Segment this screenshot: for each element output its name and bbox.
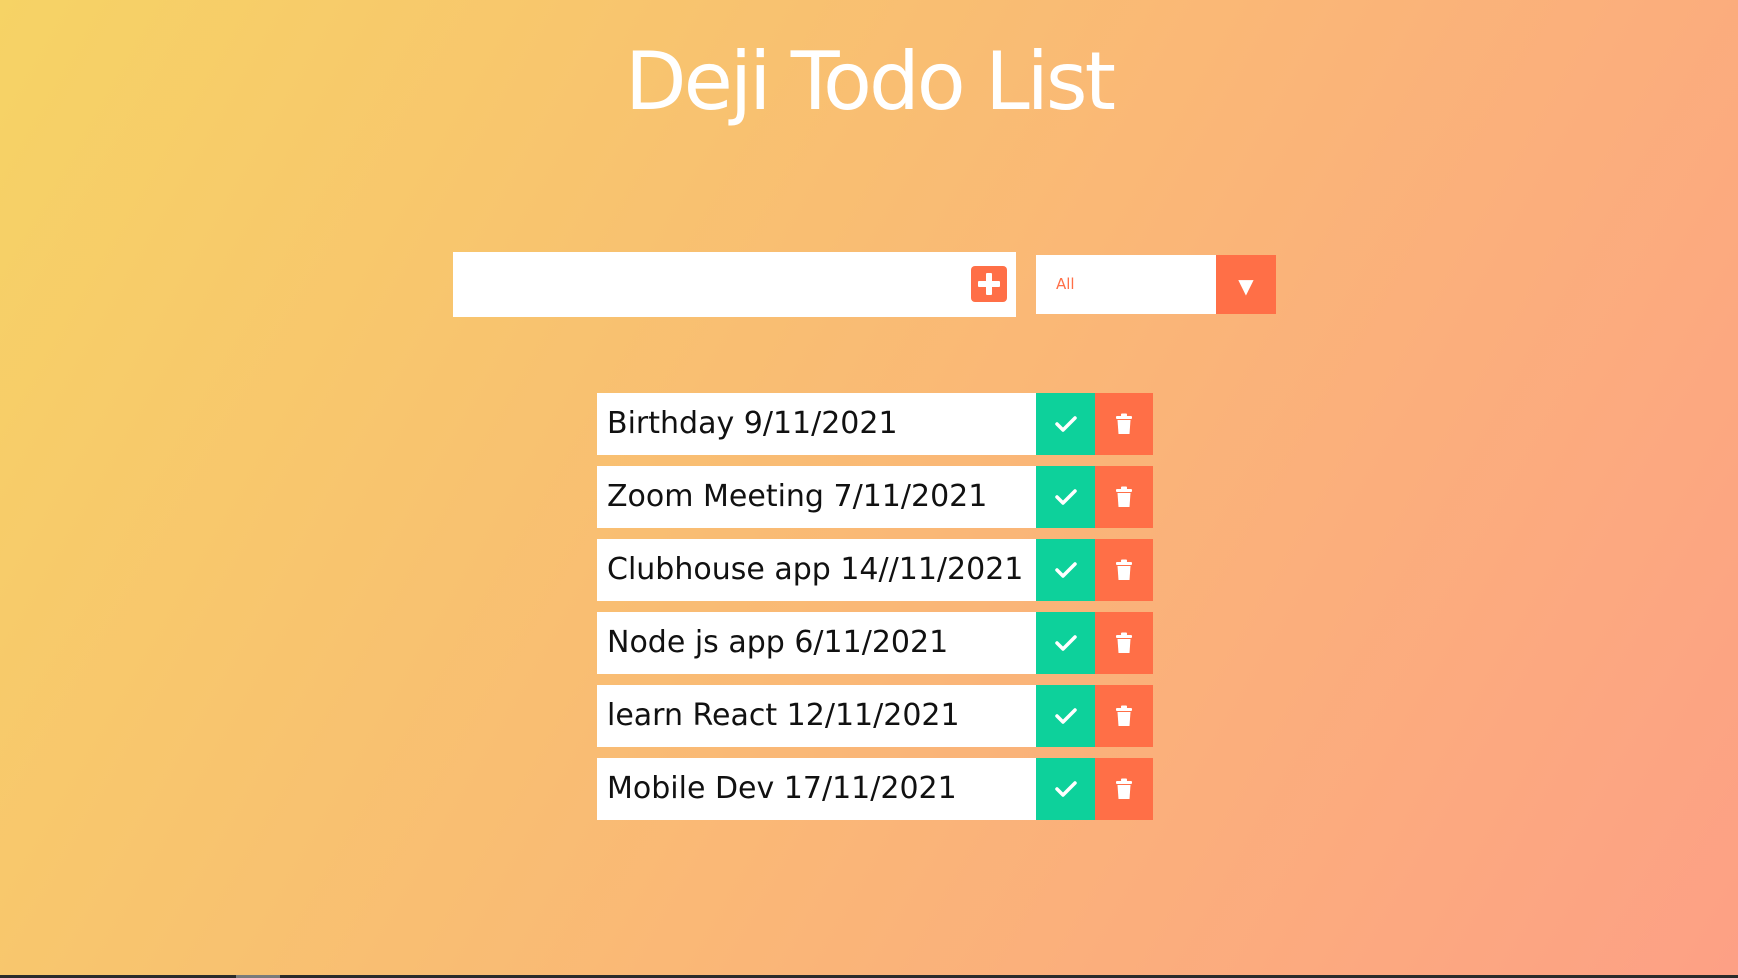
delete-button[interactable] bbox=[1095, 539, 1153, 601]
check-icon bbox=[1054, 562, 1077, 578]
check-icon bbox=[1054, 635, 1077, 651]
filter-selected-value: All bbox=[1056, 275, 1075, 293]
delete-button[interactable] bbox=[1095, 466, 1153, 528]
delete-button[interactable] bbox=[1095, 685, 1153, 747]
filter-select[interactable]: All ▼ bbox=[1036, 255, 1276, 314]
plus-square-icon bbox=[978, 273, 1000, 295]
page-title: Deji Todo List bbox=[625, 35, 1116, 128]
todo-item: learn React 12/11/2021 bbox=[597, 685, 1153, 747]
todo-item: Node js app 6/11/2021 bbox=[597, 612, 1153, 674]
complete-button[interactable] bbox=[1036, 539, 1095, 601]
todo-text: learn React 12/11/2021 bbox=[607, 698, 960, 733]
add-todo-button[interactable] bbox=[971, 266, 1007, 302]
todo-text: Zoom Meeting 7/11/2021 bbox=[607, 479, 988, 514]
trash-icon bbox=[1116, 705, 1132, 726]
complete-button[interactable] bbox=[1036, 466, 1095, 528]
todo-text: Mobile Dev 17/11/2021 bbox=[607, 771, 957, 806]
delete-button[interactable] bbox=[1095, 758, 1153, 820]
trash-icon bbox=[1116, 486, 1132, 507]
check-icon bbox=[1054, 489, 1077, 505]
delete-button[interactable] bbox=[1095, 612, 1153, 674]
complete-button[interactable] bbox=[1036, 685, 1095, 747]
trash-icon bbox=[1116, 413, 1132, 434]
todo-item: Birthday 9/11/2021 bbox=[597, 393, 1153, 455]
trash-icon bbox=[1116, 778, 1132, 799]
complete-button[interactable] bbox=[1036, 612, 1095, 674]
check-icon bbox=[1054, 781, 1077, 797]
todo-form bbox=[453, 252, 1016, 317]
delete-button[interactable] bbox=[1095, 393, 1153, 455]
todo-item: Clubhouse app 14//11/2021 bbox=[597, 539, 1153, 601]
todo-text: Birthday 9/11/2021 bbox=[607, 406, 898, 441]
todo-text: Clubhouse app 14//11/2021 bbox=[607, 552, 1024, 587]
todo-item: Zoom Meeting 7/11/2021 bbox=[597, 466, 1153, 528]
trash-icon bbox=[1116, 559, 1132, 580]
todo-text: Node js app 6/11/2021 bbox=[607, 625, 949, 660]
trash-icon bbox=[1116, 632, 1132, 653]
todo-list: Birthday 9/11/2021 Zoom Meeting 7/11/202… bbox=[597, 393, 1153, 831]
app-root: Deji Todo List All ▼ Birthday 9/11/2021 … bbox=[0, 0, 1738, 975]
check-icon bbox=[1054, 708, 1077, 724]
check-icon bbox=[1054, 416, 1077, 432]
todo-input[interactable] bbox=[453, 252, 953, 317]
complete-button[interactable] bbox=[1036, 758, 1095, 820]
todo-item: Mobile Dev 17/11/2021 bbox=[597, 758, 1153, 820]
complete-button[interactable] bbox=[1036, 393, 1095, 455]
chevron-down-icon[interactable]: ▼ bbox=[1216, 255, 1276, 314]
